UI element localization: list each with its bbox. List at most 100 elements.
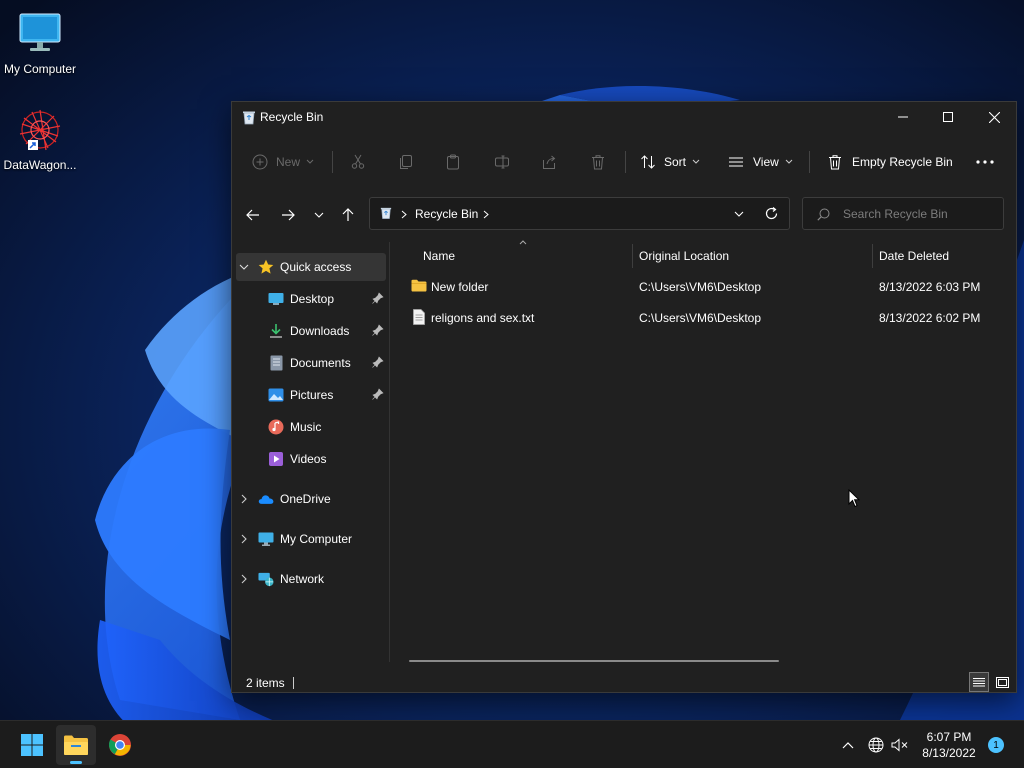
taskbar-chrome[interactable] [100, 725, 140, 765]
file-name: New folder [431, 280, 489, 294]
horizontal-scrollbar[interactable] [409, 660, 779, 662]
copy-button[interactable] [398, 148, 414, 176]
notification-badge[interactable]: 1 [988, 737, 1004, 753]
minimize-button[interactable] [880, 102, 926, 132]
sort-button[interactable]: Sort [640, 148, 700, 176]
network-status-button[interactable] [866, 735, 886, 755]
trash-icon [592, 155, 604, 170]
folder-icon [411, 279, 427, 295]
desktop-icon-datawagon[interactable]: DataWagon... [0, 106, 80, 172]
title-bar[interactable]: Recycle Bin [232, 102, 1016, 132]
chevron-down-icon [306, 159, 314, 164]
file-location: C:\Users\VM6\Desktop [639, 311, 762, 325]
chevron-down-icon[interactable] [236, 259, 252, 275]
file-explorer-window: Recycle Bin New Sort View Empty Recycle … [231, 101, 1017, 693]
pictures-icon [268, 387, 284, 403]
details-view-button[interactable] [969, 672, 989, 692]
volume-button[interactable] [890, 735, 910, 755]
forward-button[interactable] [277, 204, 299, 226]
nav-onedrive[interactable]: OneDrive [236, 485, 386, 513]
delete-button[interactable] [590, 148, 606, 176]
sort-icon [641, 155, 655, 169]
copy-icon [400, 155, 412, 169]
sort-label: Sort [664, 155, 687, 169]
column-label: Name [423, 249, 456, 263]
nav-label: Quick access [280, 260, 352, 274]
clock-date: 8/13/2022 [922, 746, 976, 760]
more-options-button[interactable] [976, 148, 994, 176]
chevron-right-icon[interactable] [236, 531, 252, 547]
new-button[interactable]: New [252, 148, 314, 176]
nav-documents[interactable]: Documents [236, 349, 386, 377]
command-bar: New Sort View Empty Recycle Bin [232, 140, 1016, 184]
desktop-folder-icon [268, 291, 284, 307]
cut-button[interactable] [350, 148, 366, 176]
column-header-name[interactable]: Name [423, 242, 643, 270]
nav-label: Music [290, 420, 322, 434]
nav-label: Videos [290, 452, 327, 466]
chevron-right-icon[interactable] [236, 491, 252, 507]
address-bar[interactable]: Recycle Bin [369, 197, 790, 230]
column-divider[interactable] [872, 244, 873, 268]
desktop-icon-my-computer[interactable]: My Computer [0, 10, 80, 76]
back-button[interactable] [242, 204, 264, 226]
view-button[interactable]: View [728, 148, 793, 176]
empty-recycle-bin-button[interactable]: Empty Recycle Bin [827, 148, 953, 176]
refresh-icon[interactable] [764, 206, 779, 221]
nav-quick-access[interactable]: Quick access [236, 253, 386, 281]
rename-button[interactable] [494, 148, 510, 176]
nav-videos[interactable]: Videos [236, 445, 386, 473]
paste-button[interactable] [445, 148, 461, 176]
column-header-location[interactable]: Original Location [639, 242, 869, 270]
recent-locations-button[interactable] [308, 204, 330, 226]
chevron-right-icon[interactable] [483, 210, 489, 219]
tiles-view-button[interactable] [992, 672, 1012, 692]
nav-music[interactable]: Music [236, 413, 386, 441]
maximize-button[interactable] [925, 102, 971, 132]
share-button[interactable] [541, 148, 557, 176]
monitor-icon [16, 10, 64, 58]
pin-icon [372, 388, 384, 400]
recycle-bin-icon [242, 110, 256, 125]
nav-downloads[interactable]: Downloads [236, 317, 386, 345]
clock[interactable]: 6:07 PM 8/13/2022 [914, 729, 984, 761]
nav-pictures[interactable]: Pictures [236, 381, 386, 409]
nav-label: Downloads [290, 324, 350, 338]
download-icon [268, 323, 284, 339]
globe-icon [868, 737, 884, 753]
nav-desktop[interactable]: Desktop [236, 285, 386, 313]
address-dropdown-icon[interactable] [734, 211, 744, 217]
up-button[interactable] [337, 204, 359, 226]
nav-network[interactable]: Network [236, 565, 386, 593]
chevron-right-icon [401, 210, 407, 219]
windows-logo-icon [21, 734, 43, 756]
column-divider[interactable] [632, 244, 633, 268]
chevron-right-icon[interactable] [236, 571, 252, 587]
item-count: 2 items [246, 676, 285, 690]
column-header-date[interactable]: Date Deleted [879, 242, 1009, 270]
app-shortcut-icon [16, 106, 64, 154]
search-icon [817, 208, 830, 221]
close-button[interactable] [971, 102, 1017, 132]
search-input[interactable]: Search Recycle Bin [802, 197, 1004, 230]
nav-my-computer[interactable]: My Computer [236, 525, 386, 553]
active-indicator [70, 761, 82, 764]
taskbar-file-explorer[interactable] [56, 725, 96, 765]
recycle-bin-icon [380, 206, 392, 223]
start-button[interactable] [12, 725, 52, 765]
chevron-down-icon [692, 159, 700, 164]
file-row[interactable]: religons and sex.txt C:\Users\VM6\Deskto… [401, 303, 1006, 333]
toolbar-divider [809, 151, 810, 173]
network-icon [258, 571, 274, 587]
show-hidden-icons-button[interactable] [840, 735, 856, 755]
more-icon [976, 160, 994, 164]
file-row[interactable]: New folder C:\Users\VM6\Desktop 8/13/202… [401, 272, 1006, 302]
clock-time: 6:07 PM [926, 730, 972, 744]
pin-icon [372, 356, 384, 368]
breadcrumb-recycle-bin[interactable]: Recycle Bin [415, 207, 478, 221]
desktop-icon-label: DataWagon... [3, 158, 77, 172]
details-view-icon [973, 678, 985, 687]
chrome-icon [109, 734, 131, 756]
close-icon [988, 111, 1000, 123]
file-name: religons and sex.txt [431, 311, 535, 325]
